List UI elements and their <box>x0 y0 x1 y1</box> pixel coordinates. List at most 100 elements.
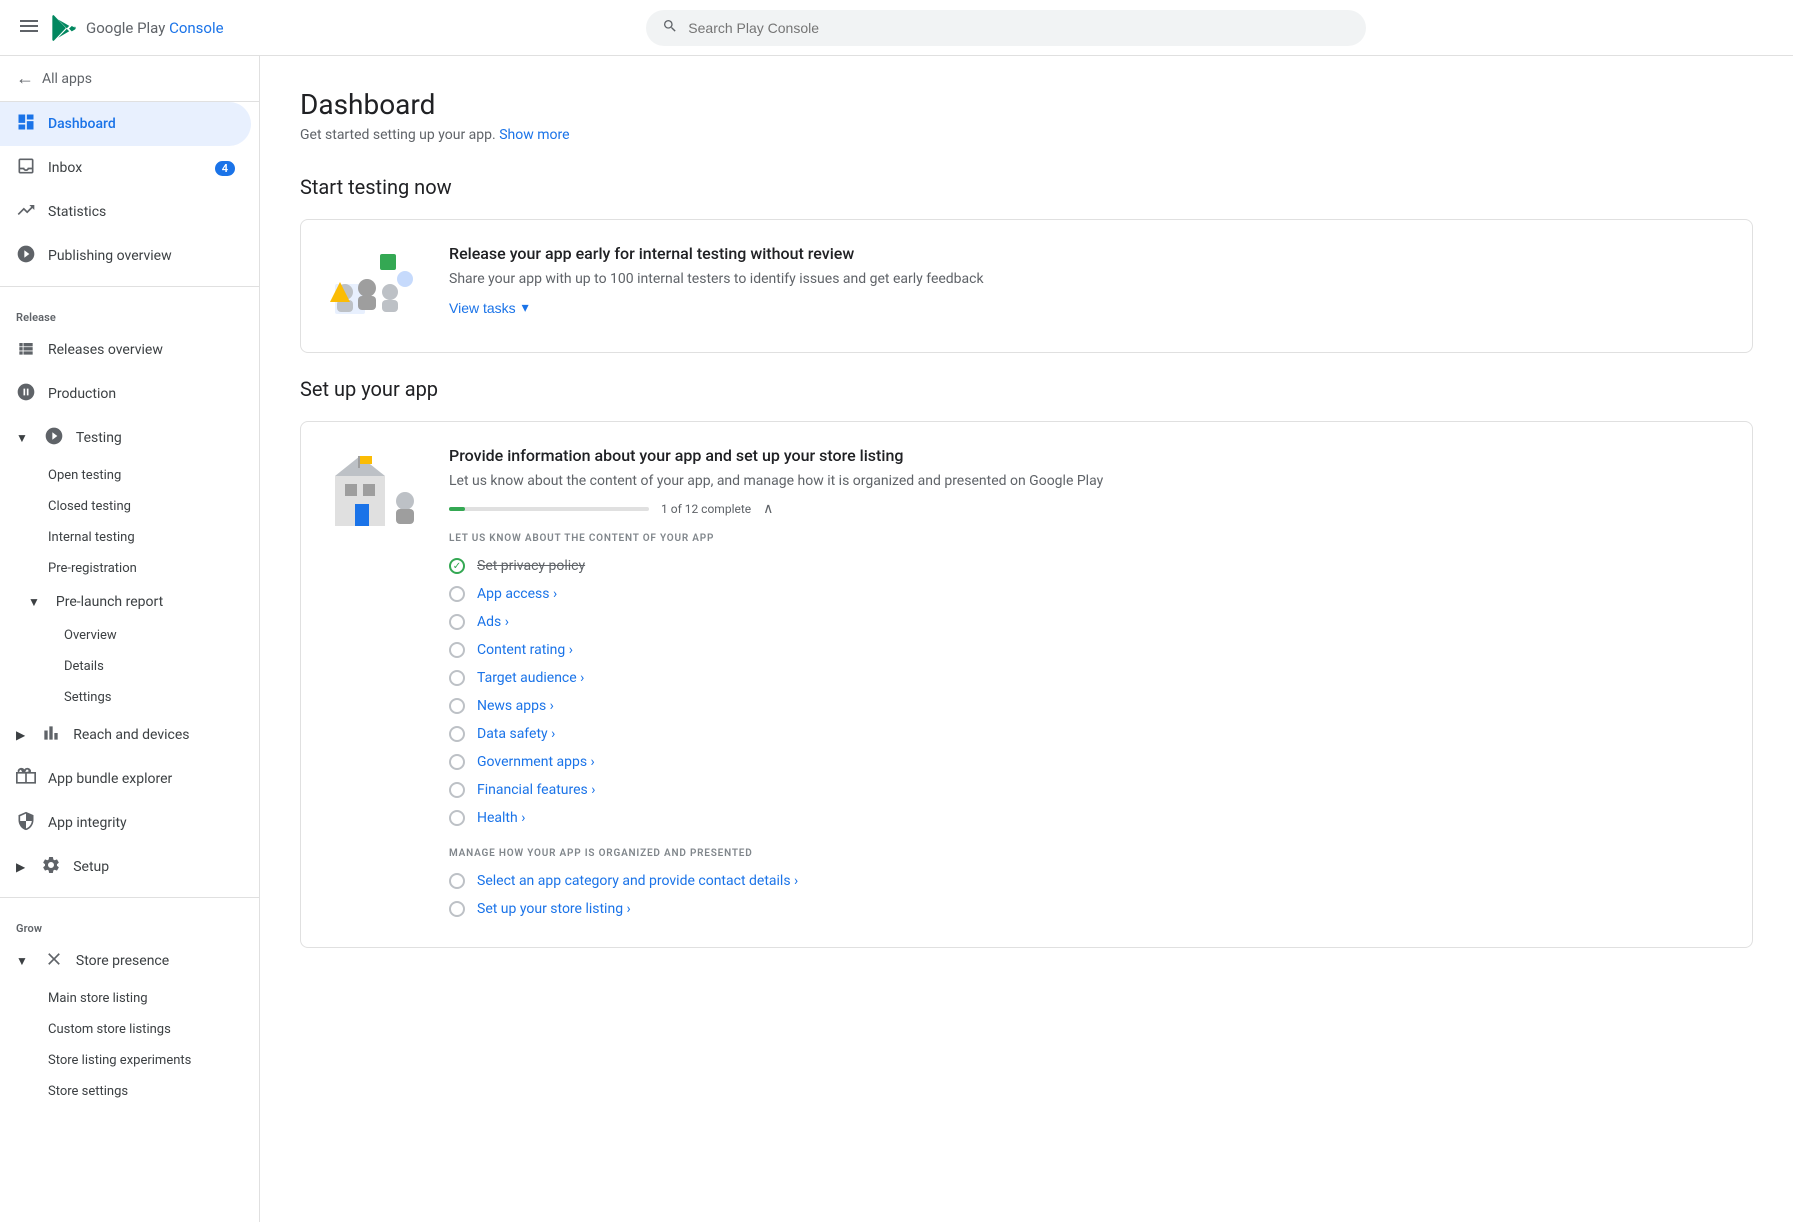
dashboard-icon <box>16 112 36 136</box>
progress-text: 1 of 12 complete <box>661 502 751 516</box>
testing-illustration <box>325 244 425 328</box>
task-financial-features[interactable]: Financial features › <box>449 776 1728 804</box>
all-apps-button[interactable]: ← All apps <box>0 56 259 102</box>
task-app-access-label: App access › <box>477 586 557 602</box>
sidebar-item-closed-testing[interactable]: Closed testing <box>0 491 259 522</box>
sidebar-item-statistics[interactable]: Statistics <box>0 190 251 234</box>
sidebar-divider-1 <box>0 286 259 287</box>
task-circle-icon <box>449 782 465 798</box>
sidebar-statistics-label: Statistics <box>48 204 106 220</box>
task-content-rating[interactable]: Content rating › <box>449 636 1728 664</box>
task-content-rating-label: Content rating › <box>477 642 573 658</box>
main-layout: ← All apps Dashboard Inbox 4 Statistics <box>0 56 1793 1222</box>
app-bundle-label: App bundle explorer <box>48 771 172 787</box>
progress-fill <box>449 507 465 511</box>
app-bundle-icon <box>16 767 36 791</box>
task-target-audience-label: Target audience › <box>477 670 584 686</box>
sidebar-item-custom-store[interactable]: Custom store listings <box>0 1014 259 1045</box>
task-ads-label: Ads › <box>477 614 509 630</box>
app-integrity-label: App integrity <box>48 815 127 831</box>
chevron-down-icon: ▾ <box>522 299 529 316</box>
sidebar-item-pre-registration[interactable]: Pre-registration <box>0 553 259 584</box>
sidebar-item-store-presence[interactable]: ▼ Store presence <box>0 939 251 983</box>
task-news-apps[interactable]: News apps › <box>449 692 1728 720</box>
hamburger-menu[interactable] <box>16 12 42 44</box>
search-input[interactable] <box>688 20 1350 36</box>
sidebar-item-testing[interactable]: ▼ Testing <box>0 416 251 460</box>
logo-text: Google Play Console <box>86 19 224 37</box>
view-tasks-button[interactable]: View tasks ▾ <box>449 299 529 316</box>
page-title: Dashboard <box>300 88 1753 121</box>
collapse-icon[interactable]: ∧ <box>763 501 773 517</box>
task-ads[interactable]: Ads › <box>449 608 1728 636</box>
sidebar-item-dashboard[interactable]: Dashboard <box>0 102 251 146</box>
sidebar-item-main-store[interactable]: Main store listing <box>0 983 259 1014</box>
task-app-category-label: Select an app category and provide conta… <box>477 873 798 889</box>
sidebar-item-open-testing[interactable]: Open testing <box>0 460 259 491</box>
sidebar-item-details[interactable]: Details <box>0 651 259 682</box>
google-play-logo <box>50 14 78 42</box>
internal-testing-label: Internal testing <box>48 530 135 545</box>
sidebar-dashboard-label: Dashboard <box>48 116 116 132</box>
sidebar: ← All apps Dashboard Inbox 4 Statistics <box>0 56 260 1222</box>
setup-card-content: Provide information about your app and s… <box>449 446 1728 923</box>
overview-label: Overview <box>64 628 117 643</box>
sidebar-item-app-bundle[interactable]: App bundle explorer <box>0 757 251 801</box>
sidebar-inbox-label: Inbox <box>48 160 82 176</box>
closed-testing-label: Closed testing <box>48 499 131 514</box>
task-government-apps-label: Government apps › <box>477 754 595 770</box>
setup-expand-icon: ▶ <box>16 860 25 874</box>
task-target-audience[interactable]: Target audience › <box>449 664 1728 692</box>
testing-card-content: Release your app early for internal test… <box>449 244 1728 317</box>
sidebar-item-internal-testing[interactable]: Internal testing <box>0 522 259 553</box>
show-more-link[interactable]: Show more <box>499 127 569 143</box>
sidebar-item-store-experiments[interactable]: Store listing experiments <box>0 1045 259 1076</box>
task-app-category[interactable]: Select an app category and provide conta… <box>449 867 1728 895</box>
testing-expand-icon: ▼ <box>16 431 28 445</box>
task-circle-icon <box>449 873 465 889</box>
sidebar-item-overview[interactable]: Overview <box>0 620 259 651</box>
releases-icon <box>16 338 36 362</box>
task-app-access[interactable]: App access › <box>449 580 1728 608</box>
sidebar-item-pre-launch[interactable]: ▼ Pre-launch report <box>0 584 251 620</box>
testing-label: Testing <box>76 430 122 446</box>
sidebar-divider-2 <box>0 897 259 898</box>
sidebar-item-app-integrity[interactable]: App integrity <box>0 801 251 845</box>
setup-card-desc: Let us know about the content of your ap… <box>449 473 1728 489</box>
sidebar-item-publishing-overview[interactable]: Publishing overview <box>0 234 251 278</box>
main-store-label: Main store listing <box>48 991 148 1006</box>
task-data-safety[interactable]: Data safety › <box>449 720 1728 748</box>
store-icon <box>44 949 64 973</box>
pre-registration-label: Pre-registration <box>48 561 137 576</box>
releases-overview-label: Releases overview <box>48 342 163 358</box>
testing-icon <box>44 426 64 450</box>
sidebar-item-store-settings[interactable]: Store settings <box>0 1076 259 1107</box>
setup-label: Setup <box>73 859 109 875</box>
task-government-apps[interactable]: Government apps › <box>449 748 1728 776</box>
testing-card-title: Release your app early for internal test… <box>449 244 1728 263</box>
task-circle-icon <box>449 670 465 686</box>
back-icon: ← <box>16 68 34 89</box>
sidebar-item-inbox[interactable]: Inbox 4 <box>0 146 251 190</box>
search-bar[interactable] <box>646 10 1366 46</box>
task-set-privacy-policy[interactable]: ✓ Set privacy policy <box>449 552 1728 580</box>
task-circle-icon <box>449 726 465 742</box>
sidebar-item-production[interactable]: Production <box>0 372 251 416</box>
reach-icon <box>41 723 61 747</box>
task-circle-icon <box>449 754 465 770</box>
setup-card: Provide information about your app and s… <box>300 421 1753 948</box>
task-store-listing-label: Set up your store listing › <box>477 901 631 917</box>
progress-bar <box>449 507 649 511</box>
store-experiments-label: Store listing experiments <box>48 1053 191 1068</box>
search-icon <box>662 18 678 38</box>
sidebar-item-reach-devices[interactable]: ▶ Reach and devices <box>0 713 251 757</box>
sidebar-item-releases-overview[interactable]: Releases overview <box>0 328 251 372</box>
task-health[interactable]: Health › <box>449 804 1728 832</box>
sidebar-item-setup[interactable]: ▶ Setup <box>0 845 251 889</box>
main-content: Dashboard Get started setting up your ap… <box>260 56 1793 1222</box>
task-store-listing[interactable]: Set up your store listing › <box>449 895 1728 923</box>
statistics-icon <box>16 200 36 224</box>
sidebar-item-settings[interactable]: Settings <box>0 682 259 713</box>
store-expand-icon: ▼ <box>16 954 28 968</box>
task-health-label: Health › <box>477 810 525 826</box>
